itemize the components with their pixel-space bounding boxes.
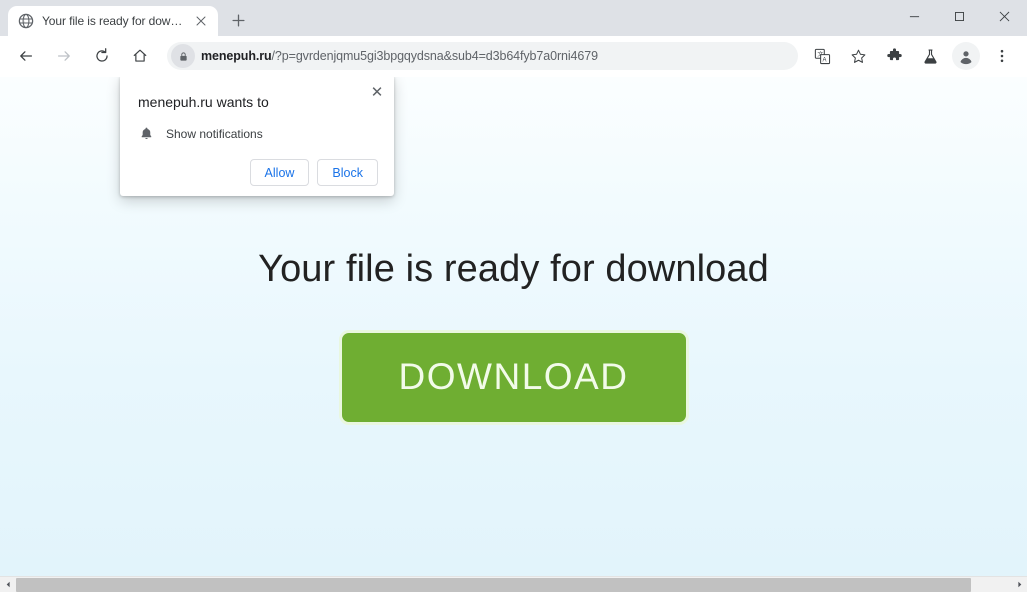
reload-icon [96,48,108,62]
translate-icon[interactable]: 文 A [808,42,836,70]
page-viewport: Your file is ready for download DOWNLOAD… [0,77,1027,576]
tab-title: Your file is ready for download [42,14,184,28]
notification-permission-dialog: ✕ menepuh.ru wants to Show notifications… [120,77,394,196]
puzzle-glyph-icon [886,47,902,60]
back-button[interactable] [12,42,40,70]
browser-window: Your file is ready for download menepuh.… [0,0,1027,592]
home-button[interactable] [126,42,154,70]
permission-label: Show notifications [166,126,263,141]
star-glyph-icon [851,49,865,63]
profile-avatar-icon[interactable] [952,42,980,70]
svg-text:A: A [822,57,826,63]
translate-glyph-icon: 文 A [814,48,830,64]
browser-tab[interactable]: Your file is ready for download [8,6,218,36]
tab-strip: Your file is ready for download [0,0,252,36]
minimize-icon [909,15,920,17]
back-arrow-icon [20,51,33,61]
download-button-wrapper: DOWNLOAD [338,329,689,425]
allow-button[interactable]: Allow [249,159,310,186]
block-button[interactable]: Block [317,159,378,186]
browser-toolbar: menepuh.ru/?p=gvrdenjqmu5gi3bpgqydsna&su… [0,36,1027,77]
url-path: /?p=gvrdenjqmu5gi3bpgqydsna&sub4=d3b64fy… [271,49,598,63]
avatar-glyph-icon [957,47,975,65]
maximize-button[interactable] [937,0,982,32]
scrollbar-track[interactable] [16,576,1011,592]
new-tab-button[interactable] [224,6,252,34]
three-dots-icon [1000,49,1004,63]
page-title: Your file is ready for download [258,248,769,290]
download-button[interactable]: DOWNLOAD [338,329,689,425]
chevron-right-icon [1017,581,1021,588]
url-domain: menepuh.ru [201,49,272,63]
forward-button[interactable] [50,42,78,70]
flask-glyph-icon [923,48,937,64]
site-info-button[interactable] [171,44,195,68]
forward-arrow-icon [57,51,70,61]
plus-icon [231,13,245,27]
lock-icon [179,51,187,61]
dialog-actions: Allow Block [136,159,378,186]
tab-close-icon[interactable] [192,12,210,30]
globe-icon [18,13,34,29]
url-text: menepuh.ru/?p=gvrdenjqmu5gi3bpgqydsna&su… [201,49,598,63]
scroll-left-arrow[interactable] [0,576,16,592]
permission-row: Show notifications [136,126,378,141]
dialog-title: menepuh.ru wants to [138,94,269,110]
close-window-icon [999,11,1010,21]
horizontal-scrollbar[interactable] [0,576,1027,592]
bookmark-star-icon[interactable] [844,42,872,70]
close-window-button[interactable] [982,0,1027,32]
dialog-close-icon[interactable]: ✕ [366,81,388,103]
window-controls [892,0,1027,32]
address-bar[interactable]: menepuh.ru/?p=gvrdenjqmu5gi3bpgqydsna&su… [167,42,798,70]
minimize-button[interactable] [892,0,937,32]
scrollbar-thumb[interactable] [16,577,972,592]
more-menu-icon[interactable] [988,42,1016,70]
bell-icon [141,127,152,139]
flask-icon[interactable] [916,42,944,70]
scroll-right-arrow[interactable] [1011,576,1027,592]
home-icon [133,49,147,62]
extensions-puzzle-icon[interactable] [880,42,908,70]
reload-button[interactable] [88,42,116,70]
title-bar: Your file is ready for download [0,0,1027,36]
chevron-left-icon [6,581,10,588]
maximize-icon [955,11,964,21]
close-x-icon [196,16,206,26]
